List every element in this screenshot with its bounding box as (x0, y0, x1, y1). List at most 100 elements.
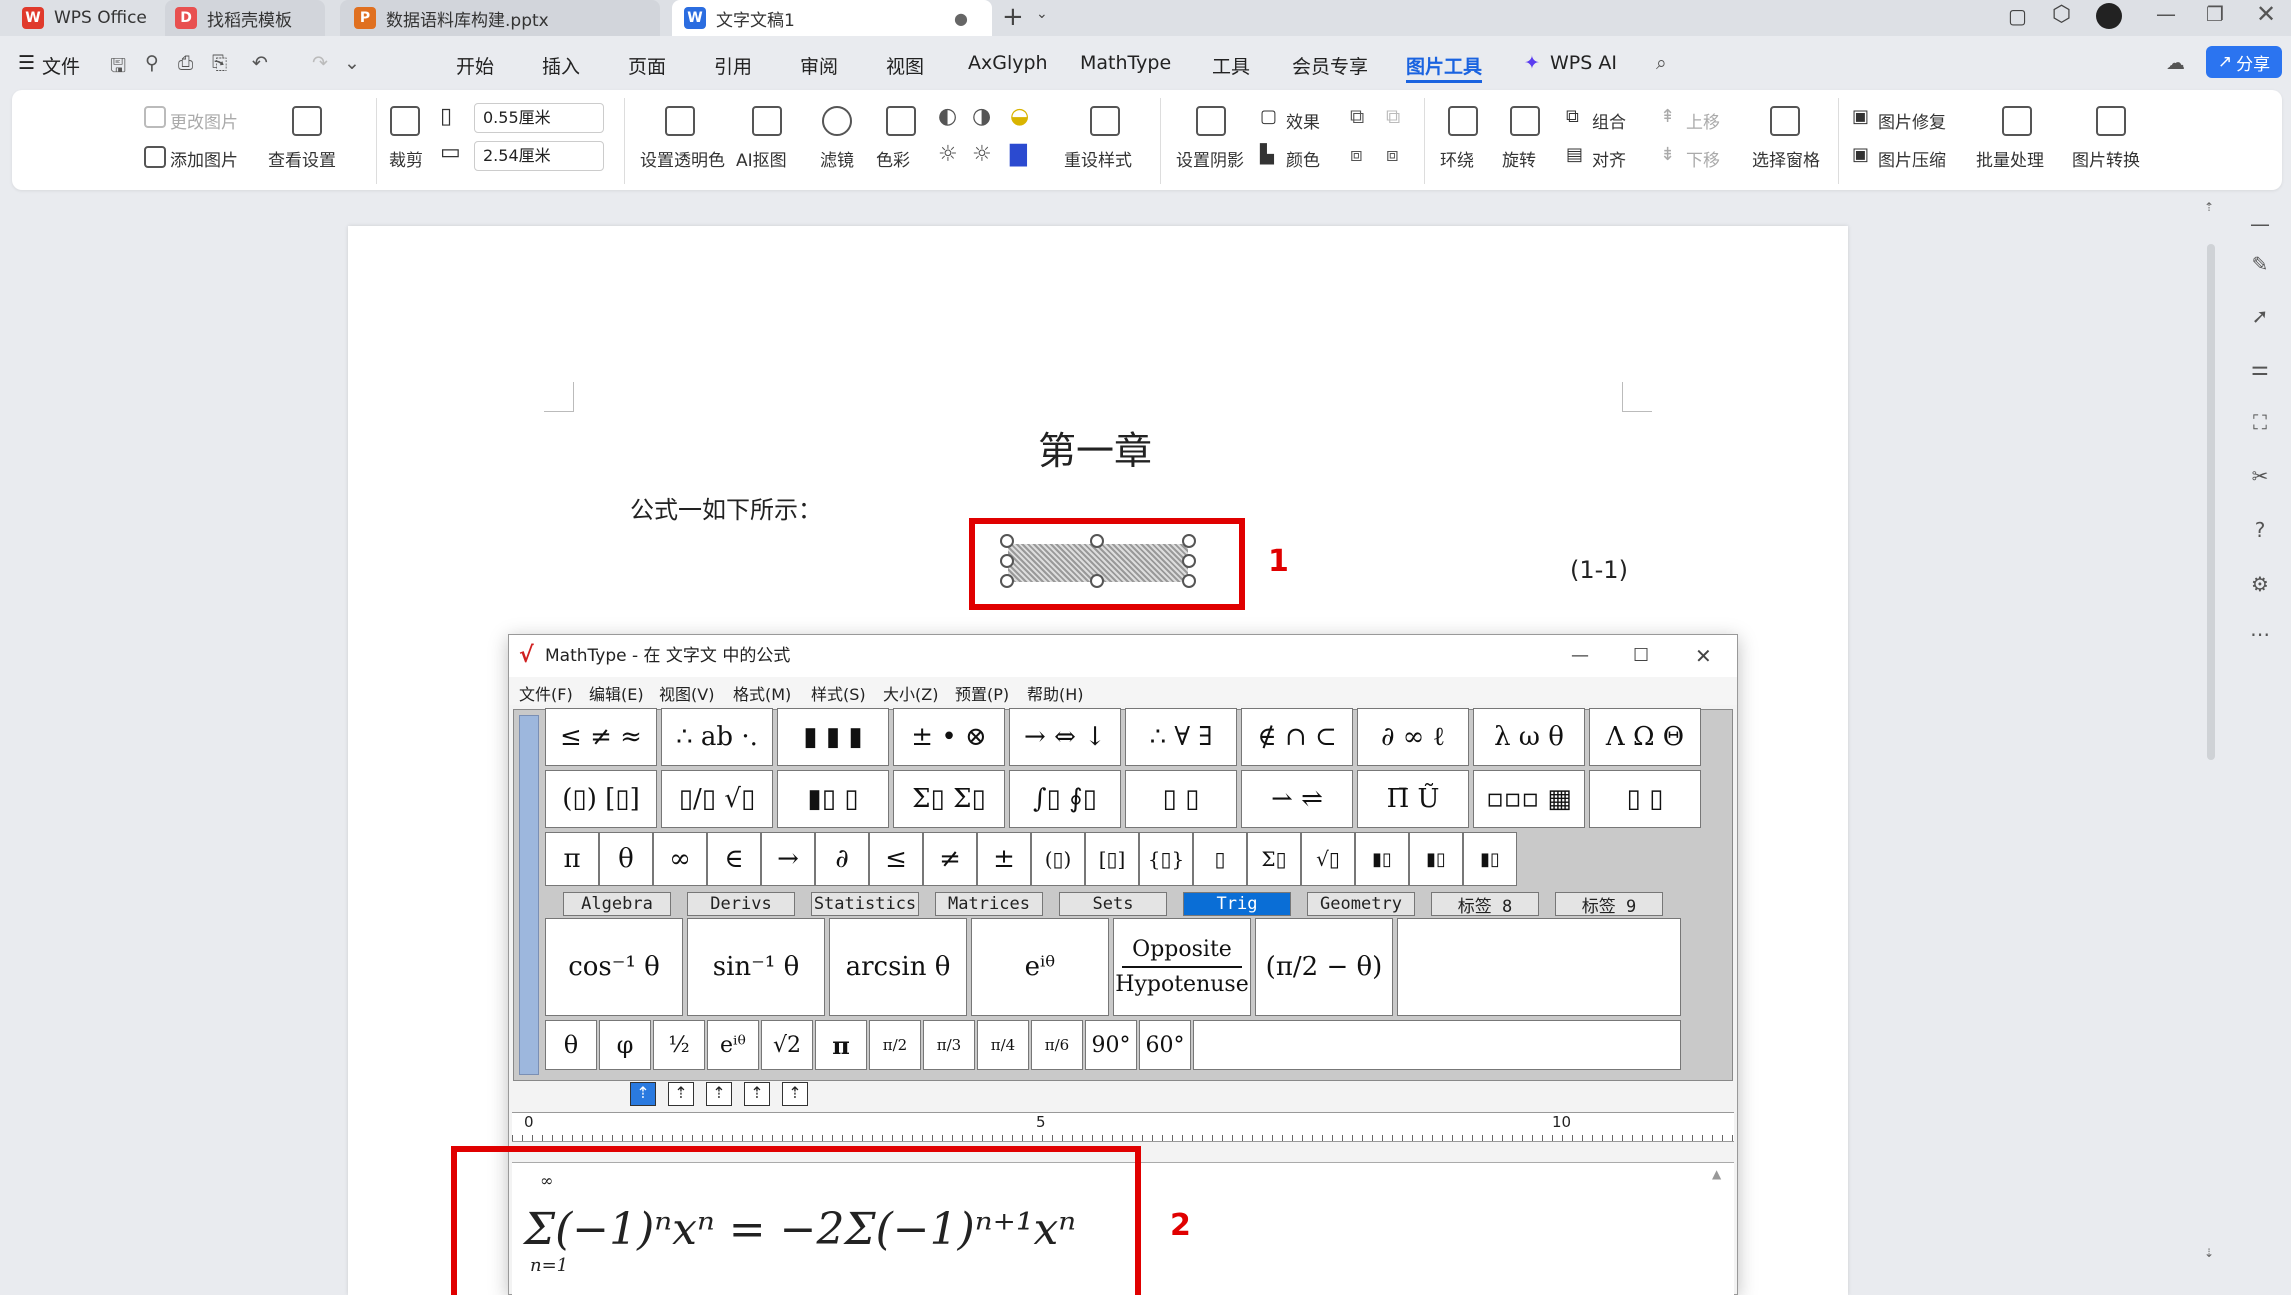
ninety-degree-button[interactable]: 90° (1085, 1020, 1137, 1070)
image-repair-button[interactable]: 图片修复 (1878, 108, 1946, 133)
more-icon[interactable]: ⋯ (2248, 622, 2272, 646)
bar-template-button[interactable]: ▯ ▯ (1125, 770, 1237, 828)
level-up-icon[interactable]: ⇡ (706, 1082, 732, 1106)
tab-sets[interactable]: Sets (1059, 892, 1167, 916)
tab-geometry[interactable]: Geometry (1307, 892, 1415, 916)
move-down-button[interactable]: 下移 (1686, 146, 1720, 171)
theta-button[interactable]: θ (599, 832, 653, 886)
height-input[interactable]: 2.54厘米 (474, 141, 604, 171)
euler-small-button[interactable]: eⁱᶿ (707, 1020, 759, 1070)
width-input[interactable]: 0.55厘米 (474, 103, 604, 133)
undo-icon[interactable]: ↶ (252, 52, 268, 74)
menu-view[interactable]: 视图 (886, 52, 924, 79)
sum-button[interactable]: Σ▯ (1247, 832, 1301, 886)
logical-palette-button[interactable]: ∴ ∀ ∃ (1125, 708, 1237, 766)
pi-over-3-button[interactable]: π/3 (923, 1020, 975, 1070)
pi-bold-button[interactable]: π (815, 1020, 867, 1070)
euler-template[interactable]: eⁱᶿ (971, 918, 1109, 1016)
menu-review[interactable]: 审阅 (800, 52, 838, 79)
bring-forward-icon[interactable]: ⧉ (1350, 104, 1364, 128)
select-pane-button[interactable]: 选择窗格 (1752, 146, 1820, 171)
integral-template-button[interactable]: ∫▯ ∮▯ (1009, 770, 1121, 828)
sliders-icon[interactable]: ⚌ (2248, 356, 2272, 380)
reset-style-button[interactable]: 重设样式 (1064, 146, 1132, 171)
batch-process-button[interactable]: 批量处理 (1976, 146, 2044, 171)
sub-sup-button[interactable]: ▮▯ (1463, 832, 1517, 886)
sun-dim-icon[interactable]: ☼ (972, 142, 992, 167)
sixty-degree-button[interactable]: 60° (1139, 1020, 1191, 1070)
send-back-icon[interactable]: ⧉ (1386, 104, 1400, 128)
ruler[interactable]: 0 5 10 (512, 1112, 1734, 1142)
complement-angle-template[interactable]: (π/2 − θ) (1255, 918, 1393, 1016)
pi-over-4-button[interactable]: π/4 (977, 1020, 1029, 1070)
tab-template[interactable]: D 找稻壳模板 (165, 0, 325, 36)
image-compress-button[interactable]: 图片压缩 (1878, 146, 1946, 171)
menu-reference[interactable]: 引用 (714, 52, 752, 79)
fence-template-button[interactable]: (▯) [▯] (545, 770, 657, 828)
share-doc-icon[interactable]: ⚲ (145, 52, 159, 74)
color-button[interactable]: 颜色 (1286, 146, 1320, 171)
vertical-scrollbar[interactable]: ⇡ ⇣ (2204, 196, 2218, 1295)
minimize-icon[interactable]: — (1571, 635, 1589, 677)
sine-ratio-template[interactable]: Opposite Hypotenuse (1113, 918, 1251, 1016)
tab-statistics[interactable]: Statistics (811, 892, 919, 916)
level-up-icon[interactable]: ⇡ (744, 1082, 770, 1106)
element-of-button[interactable]: ∈ (707, 832, 761, 886)
tab-trig[interactable]: Trig (1183, 892, 1291, 916)
mt-menu-style[interactable]: 样式(S) (811, 681, 866, 705)
menu-wps-ai[interactable]: WPS AI (1550, 52, 1617, 74)
menu-member[interactable]: 会员专享 (1292, 52, 1368, 79)
hamburger-icon[interactable]: ☰ (18, 52, 35, 74)
fraction-radical-template-button[interactable]: ▯/▯ √▯ (661, 770, 773, 828)
filter-button[interactable]: 滤镜 (820, 146, 854, 171)
embellishments-palette-button[interactable]: ▮ ▮ ▮ (777, 708, 889, 766)
print-icon[interactable]: ⎙ (178, 52, 193, 74)
cursor-icon[interactable]: ➚ (2248, 304, 2272, 328)
menu-mathtype[interactable]: MathType (1080, 52, 1171, 74)
restore-icon[interactable]: ❐ (2206, 2, 2224, 26)
change-image-button[interactable]: 更改图片 (170, 108, 238, 133)
effect-button[interactable]: 效果 (1286, 108, 1320, 133)
level-up-icon[interactable]: ⇡ (630, 1082, 656, 1106)
labeled-arrow-template-button[interactable]: ⇀ ⇌ (1241, 770, 1353, 828)
scroll-up-icon[interactable]: ⇡ (2204, 200, 2214, 214)
tab-label-9[interactable]: 标签 9 (1555, 892, 1663, 917)
pen-icon[interactable]: ✎ (2248, 252, 2272, 276)
level-up-icon[interactable]: ⇡ (782, 1082, 808, 1106)
menu-start[interactable]: 开始 (456, 52, 494, 79)
mt-menu-edit[interactable]: 编辑(E) (589, 681, 644, 705)
greek-lower-palette-button[interactable]: λ ω θ (1473, 708, 1585, 766)
fraction-button[interactable]: ▯ (1193, 832, 1247, 886)
sqrt2-button[interactable]: √2 (761, 1020, 813, 1070)
more-chevron-icon[interactable]: ⌄ (344, 52, 360, 74)
menu-page[interactable]: 页面 (628, 52, 666, 79)
help-icon[interactable]: ? (2248, 518, 2272, 542)
close-icon[interactable]: ✕ (1695, 635, 1712, 677)
arccos-template[interactable]: cos⁻¹ θ (545, 918, 683, 1016)
script-template-button[interactable]: ▮▯ ▯ (777, 770, 889, 828)
window-icon[interactable]: ▢ (2008, 4, 2027, 28)
save-icon[interactable]: 🖫 (110, 52, 126, 84)
crop-button[interactable]: 裁剪 (389, 146, 423, 171)
tools-icon[interactable]: ✂ (2248, 464, 2272, 488)
group-button[interactable]: 组合 (1592, 108, 1626, 133)
box-template-button[interactable]: ▯ ▯ (1589, 770, 1701, 828)
minimize-icon[interactable]: — (2156, 2, 2176, 26)
unsaved-dot-icon[interactable]: ● (954, 9, 968, 28)
settings-icon[interactable]: ⚙ (2248, 572, 2272, 596)
subscript-button[interactable]: ▮▯ (1409, 832, 1463, 886)
plus-minus-button[interactable]: ± (977, 832, 1031, 886)
mt-menu-format[interactable]: 格式(M) (733, 681, 791, 705)
mt-menu-view[interactable]: 视图(V) (659, 681, 714, 705)
redo-icon[interactable]: ↷ (312, 52, 328, 74)
relations-palette-button[interactable]: ≤ ≠ ≈ (545, 708, 657, 766)
avatar[interactable] (2096, 3, 2122, 29)
matrix-template-button[interactable]: ▫▫▫ ▦ (1473, 770, 1585, 828)
scroll-thumb[interactable] (2207, 244, 2215, 760)
align-button[interactable]: 对齐 (1592, 146, 1626, 171)
mt-menu-preferences[interactable]: 预置(P) (955, 681, 1009, 705)
ai-cutout-button[interactable]: AI抠图 (736, 146, 787, 171)
collapse-icon[interactable]: — (2248, 212, 2272, 236)
contrast-icon[interactable]: ◑ (972, 104, 991, 129)
menu-picture-tools[interactable]: 图片工具 (1406, 52, 1482, 79)
